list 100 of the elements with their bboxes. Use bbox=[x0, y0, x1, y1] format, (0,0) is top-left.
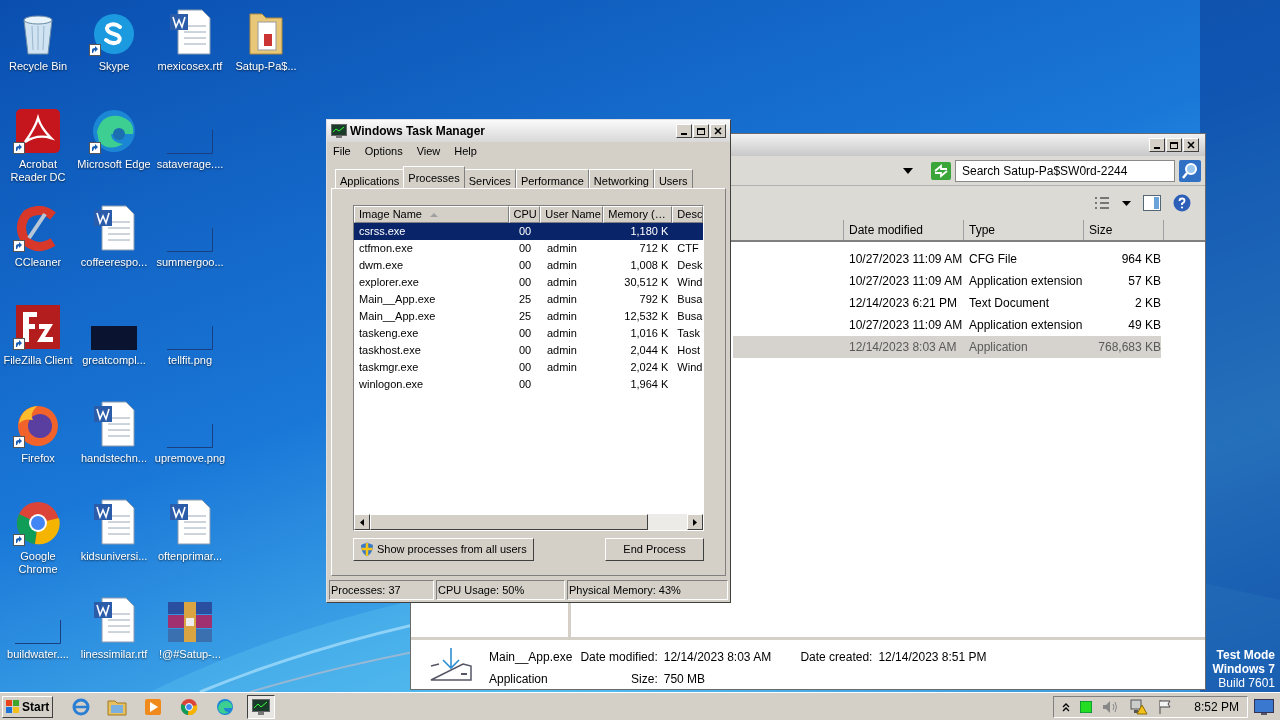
desktop-icon-label[interactable]: Acrobat Reader DC bbox=[1, 158, 75, 184]
network-warning-icon[interactable] bbox=[1130, 698, 1149, 715]
desktop-icon-label[interactable]: sataverage.... bbox=[153, 158, 227, 171]
date-cell-text: 10/27/2023 11:09 AM bbox=[848, 273, 964, 290]
end-process-button[interactable]: End Process bbox=[605, 538, 704, 561]
description-cell-text: Wind bbox=[676, 360, 703, 376]
date-cell-text: 10/27/2023 11:09 AM bbox=[848, 251, 964, 268]
menu-item[interactable]: File bbox=[333, 142, 351, 160]
process-row[interactable]: explorer.exe 00 admin 30,512 K Wind bbox=[354, 274, 703, 291]
menu-item[interactable]: Options bbox=[364, 142, 403, 160]
desktop-icon-label[interactable]: coffeerespo... bbox=[77, 256, 151, 269]
desktop-icon-label[interactable]: Satup-Pa$... bbox=[229, 60, 303, 73]
column-header[interactable]: Image Name bbox=[354, 206, 509, 223]
desktop-icon-label[interactable]: Google Chrome bbox=[1, 550, 75, 576]
tab[interactable]: Users bbox=[653, 169, 693, 188]
status-bar-field: CPU Usage: 50% bbox=[436, 580, 565, 600]
file-row[interactable]: 10/27/2023 11:09 AM CFG File 964 KB bbox=[733, 248, 1161, 270]
process-row[interactable]: ctfmon.exe 00 admin 712 K CTF bbox=[354, 240, 703, 257]
process-row[interactable]: Main__App.exe 25 admin 792 K Busa bbox=[354, 291, 703, 308]
sort-arrow-icon bbox=[430, 212, 438, 217]
details-label: Size: bbox=[630, 671, 658, 688]
word-document-icon bbox=[92, 204, 136, 252]
process-row[interactable]: winlogon.exe 00 1,964 K bbox=[354, 376, 703, 393]
column-header[interactable]: Type bbox=[964, 220, 1084, 240]
menu-item[interactable]: View bbox=[416, 142, 441, 160]
flag-icon[interactable] bbox=[1158, 699, 1173, 714]
desktop-icon-label[interactable]: mexicosex.rtf bbox=[153, 60, 227, 73]
desktop-icon-label[interactable]: oftenprimar... bbox=[153, 550, 227, 563]
dropdown-caret-icon[interactable] bbox=[903, 167, 913, 174]
desktop-icon-label[interactable]: Skype bbox=[77, 60, 151, 73]
view-options-icon[interactable] bbox=[1094, 196, 1110, 210]
column-header[interactable]: CPU bbox=[508, 206, 541, 223]
caret-icon[interactable] bbox=[1122, 200, 1131, 206]
process-row[interactable]: csrss.exe 00 1,180 K bbox=[354, 223, 703, 240]
tab[interactable]: Applications bbox=[335, 169, 405, 188]
close-button[interactable] bbox=[1183, 138, 1199, 152]
maximize-button[interactable] bbox=[693, 124, 709, 138]
close-icon bbox=[1187, 141, 1195, 149]
description-cell-text: CTF bbox=[676, 241, 700, 257]
maximize-button[interactable] bbox=[1166, 138, 1182, 152]
process-name-cell-text: winlogon.exe bbox=[358, 377, 425, 393]
horizontal-scrollbar[interactable] bbox=[354, 514, 703, 530]
desktop-icon-label[interactable]: Recycle Bin bbox=[1, 60, 75, 73]
taskbar-app-button[interactable] bbox=[247, 694, 276, 719]
process-row[interactable]: taskeng.exe 00 admin 1,016 K Task bbox=[354, 325, 703, 342]
process-name-cell-text: explorer.exe bbox=[358, 275, 420, 291]
refresh-icon[interactable] bbox=[931, 161, 951, 180]
media-player-icon bbox=[144, 697, 163, 716]
tab[interactable]: Services bbox=[463, 169, 516, 188]
process-name-cell-text: taskmgr.exe bbox=[358, 360, 420, 376]
file-row[interactable]: 12/14/2023 6:21 PM Text Document 2 KB bbox=[733, 292, 1161, 314]
close-button[interactable] bbox=[710, 124, 726, 138]
column-header[interactable]: Size bbox=[1084, 220, 1164, 240]
column-header[interactable]: Desc bbox=[672, 206, 703, 223]
desktop-icon-label[interactable]: handstechn... bbox=[77, 452, 151, 465]
minimize-button[interactable] bbox=[1149, 138, 1165, 152]
column-header[interactable]: Date modified bbox=[844, 220, 964, 240]
desktop-icon-label[interactable]: Firefox bbox=[1, 452, 75, 465]
help-icon[interactable] bbox=[1173, 194, 1191, 212]
chevron-up-icon[interactable] bbox=[1062, 701, 1071, 712]
tab[interactable]: Processes bbox=[403, 166, 465, 188]
cpu-cell-text: 00 bbox=[517, 241, 533, 257]
search-icon[interactable] bbox=[1179, 159, 1201, 182]
show-desktop-icon[interactable] bbox=[1254, 698, 1274, 715]
show-all-users-button[interactable]: Show processes from all users bbox=[353, 538, 534, 561]
desktop-icon-label[interactable]: CCleaner bbox=[1, 256, 75, 269]
type-cell-text: Application extension bbox=[968, 273, 1084, 290]
minimize-button[interactable] bbox=[676, 124, 692, 138]
cpu-cell-text: 25 bbox=[517, 309, 533, 325]
folder-icon bbox=[107, 697, 128, 716]
desktop-icon-label[interactable]: greatcompl... bbox=[77, 354, 151, 367]
process-row[interactable]: taskmgr.exe 00 admin 2,024 K Wind bbox=[354, 359, 703, 376]
desktop-icon-label[interactable]: FileZilla Client bbox=[1, 354, 75, 367]
process-row[interactable]: Main__App.exe 25 admin 12,532 K Busa bbox=[354, 308, 703, 325]
clock[interactable]: 8:52 PM bbox=[1194, 697, 1239, 716]
file-row[interactable]: 10/27/2023 11:09 AM Application extension 57 KB bbox=[733, 270, 1161, 292]
column-header[interactable]: User Name bbox=[540, 206, 604, 223]
test-mode-text: Build 7601 bbox=[1218, 676, 1275, 690]
start-button[interactable]: Start bbox=[2, 695, 54, 718]
process-row[interactable]: dwm.exe 00 admin 1,008 K Desk bbox=[354, 257, 703, 274]
description-cell-text: Busa bbox=[676, 292, 703, 308]
cpu-cell-text: 00 bbox=[517, 326, 533, 342]
column-header[interactable]: Memory (… bbox=[603, 206, 673, 223]
search-field[interactable]: Search Satup-Pa$SW0rd-2244 bbox=[955, 159, 1175, 182]
file-row[interactable]: 10/27/2023 11:09 AM Application extension 49 KB bbox=[733, 314, 1161, 336]
desktop-icon-label[interactable]: tellfit.png bbox=[153, 354, 227, 367]
process-row[interactable]: taskhost.exe 00 admin 2,044 K Host bbox=[354, 342, 703, 359]
desktop-icon-label[interactable]: kidsuniversi... bbox=[77, 550, 151, 563]
tab[interactable]: Networking bbox=[588, 169, 654, 188]
desktop-icon-label[interactable]: Microsoft Edge bbox=[77, 158, 151, 171]
skype-icon bbox=[92, 12, 136, 56]
image-file-icon bbox=[15, 620, 61, 644]
tab[interactable]: Performance bbox=[515, 169, 589, 188]
desktop-icon-label[interactable]: upremove.png bbox=[153, 452, 227, 465]
size-cell-text: 964 KB bbox=[1120, 251, 1161, 268]
status-tray-icon[interactable] bbox=[1080, 700, 1093, 713]
desktop-icon-label[interactable]: summergoo... bbox=[153, 256, 227, 269]
menu-item[interactable]: Help bbox=[454, 142, 477, 160]
preview-pane-icon[interactable] bbox=[1143, 195, 1161, 211]
file-row[interactable]: 12/14/2023 8:03 AM Application 768,683 KB bbox=[733, 336, 1161, 358]
